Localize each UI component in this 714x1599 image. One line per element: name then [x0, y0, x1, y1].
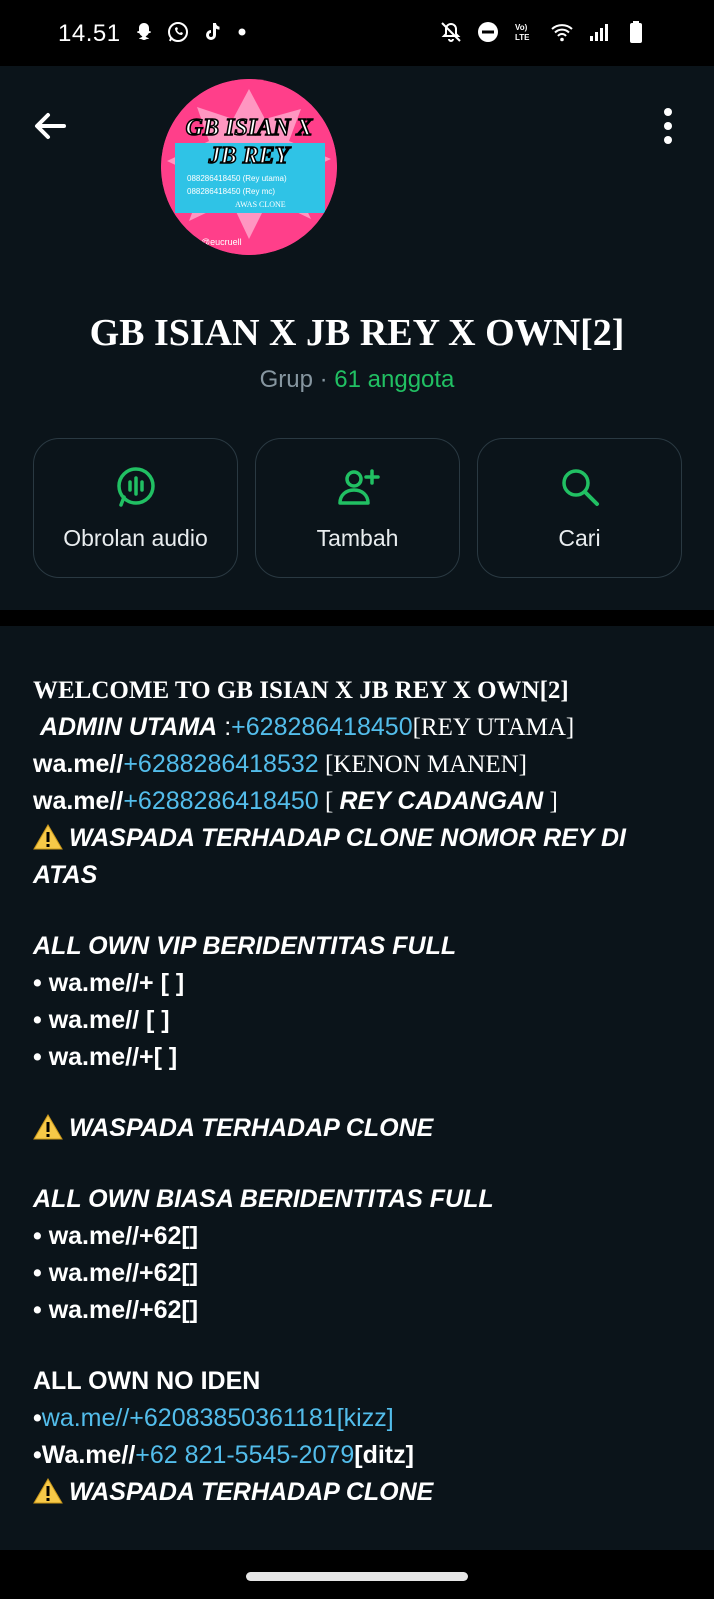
cadangan-tag: REY CADANGAN	[339, 787, 544, 815]
navigation-bar	[0, 1550, 714, 1599]
svg-text:Vo): Vo)	[515, 23, 528, 32]
audio-chat-button[interactable]: Obrolan audio	[33, 438, 238, 578]
search-label: Cari	[558, 525, 601, 551]
noiden-item-2: •Wa.me//+62 821-5545-2079[ditz]	[33, 1437, 683, 1474]
svg-text:AWAS CLONE: AWAS CLONE	[235, 200, 286, 209]
quick-actions: Obrolan audio Tambah Cari	[33, 438, 682, 578]
cadangan-phone-link[interactable]: +6288286418450	[123, 787, 318, 815]
volte-icon: Vo)LTE	[515, 23, 530, 42]
admin-tag: [REY UTAMA]	[412, 714, 575, 741]
svg-text:088286418450 (Rey mc): 088286418450 (Rey mc)	[187, 187, 275, 196]
list-item: • wa.me//+[ ]	[33, 1043, 178, 1071]
bullet: •	[33, 1404, 42, 1432]
wa-prefix: •Wa.me//	[33, 1441, 136, 1469]
svg-text:LTE: LTE	[515, 33, 530, 42]
search-button[interactable]: Cari	[477, 438, 682, 578]
biasa-heading: ALL OWN BIASA BERIDENTITAS FULL	[33, 1185, 494, 1213]
member-count[interactable]: 61 anggota	[334, 366, 454, 393]
group-description: WELCOME TO GB ISIAN X JB REY X OWN[2] AD…	[0, 626, 714, 1550]
tiktok-icon	[206, 23, 220, 40]
list-item: • wa.me//+ [ ]	[33, 969, 185, 997]
add-member-label: Tambah	[316, 525, 399, 551]
desc-rey-cadangan-line: wa.me//+6288286418450 [ REY CADANGAN ]	[33, 783, 683, 820]
group-subtitle: Grup · 61 anggota	[0, 366, 714, 394]
admin-phone-link[interactable]: +628286418450	[231, 713, 412, 741]
add-member-button[interactable]: Tambah	[255, 438, 460, 578]
group-avatar[interactable]: GB ISIAN X JB REY 088286418450 (Rey utam…	[161, 79, 337, 255]
noiden-heading: ALL OWN NO IDEN	[33, 1367, 261, 1395]
snapchat-icon	[137, 23, 151, 40]
svg-text:@eucruell: @eucruell	[201, 237, 242, 247]
wa-prefix: wa.me//	[33, 787, 124, 815]
desc-warning-3: WASPADA TERHADAP CLONE	[33, 1474, 683, 1511]
svg-text:088286418450 (Rey utama): 088286418450 (Rey utama)	[187, 174, 287, 183]
group-info-header: GB ISIAN X JB REY 088286418450 (Rey utam…	[0, 66, 714, 610]
wifi-icon	[551, 24, 573, 42]
group-name[interactable]: GB ISIAN X JB REY X OWN[2]	[0, 311, 714, 355]
bracket-close: ]	[543, 788, 558, 815]
add-member-icon	[337, 469, 380, 505]
subtitle-separator: ·	[312, 366, 335, 393]
desc-warning-1: WASPADA TERHADAP CLONE NOMOR REY DI ATAS	[33, 820, 683, 894]
kizz-link[interactable]: wa.me//+62083850361181[kizz]	[42, 1404, 394, 1432]
list-item: • wa.me//+62[]	[33, 1296, 199, 1324]
kenon-tag: [KENON MANEN]	[318, 751, 527, 778]
list-item: • wa.me//+62[]	[33, 1222, 199, 1250]
wa-prefix: wa.me//	[33, 750, 124, 778]
avatar-art: GB ISIAN X JB REY 088286418450 (Rey utam…	[161, 79, 337, 255]
dnd-icon	[478, 22, 498, 42]
audio-chat-icon	[116, 467, 155, 507]
battery-icon	[630, 21, 642, 43]
group-type: Grup	[259, 366, 313, 393]
more-options-icon[interactable]	[658, 104, 678, 148]
desc-welcome: WELCOME TO GB ISIAN X JB REY X OWN[2]	[33, 677, 569, 704]
ditz-phone-link[interactable]: +62 821-5545-2079	[135, 1441, 354, 1469]
kenon-phone-link[interactable]: +6288286418532	[123, 750, 318, 778]
back-arrow-icon[interactable]	[26, 102, 74, 150]
warning-icon	[33, 1114, 63, 1140]
admin-label: ADMIN UTAMA	[39, 713, 218, 741]
signal-icon	[590, 24, 608, 41]
ditz-tag: [ditz]	[354, 1441, 414, 1469]
admin-colon: :	[217, 713, 232, 741]
status-bar: 14.51 Vo) LTE	[0, 0, 714, 66]
svg-text:GB ISIAN X: GB ISIAN X	[186, 115, 314, 141]
warning-text: WASPADA TERHADAP CLONE	[69, 1478, 434, 1506]
list-item: • wa.me//+62[]	[33, 1259, 199, 1287]
desc-admin-line: ADMIN UTAMA :+628286418450[REY UTAMA]	[33, 709, 683, 746]
warning-text: WASPADA TERHADAP CLONE	[69, 1114, 434, 1142]
audio-chat-label: Obrolan audio	[63, 525, 208, 551]
warning-text: WASPADA TERHADAP CLONE NOMOR REY DI ATAS	[33, 824, 626, 889]
warning-icon	[33, 824, 63, 850]
home-gesture-handle[interactable]	[246, 1572, 468, 1581]
desc-kenon-line: wa.me//+6288286418532 [KENON MANEN]	[33, 746, 683, 783]
warning-icon	[33, 1478, 63, 1504]
whatsapp-icon	[168, 22, 188, 42]
desc-warning-2: WASPADA TERHADAP CLONE	[33, 1110, 683, 1147]
status-time: 14.51	[58, 20, 121, 47]
bracket-open: [	[318, 788, 340, 815]
vip-heading: ALL OWN VIP BERIDENTITAS FULL	[33, 932, 457, 960]
noiden-item-1: •wa.me//+62083850361181[kizz]	[33, 1400, 683, 1437]
dot-icon	[238, 28, 246, 36]
mute-icon	[441, 22, 461, 42]
svg-text:JB REY: JB REY	[208, 143, 292, 169]
list-item: • wa.me// [ ]	[33, 1006, 170, 1034]
search-icon	[561, 469, 599, 506]
